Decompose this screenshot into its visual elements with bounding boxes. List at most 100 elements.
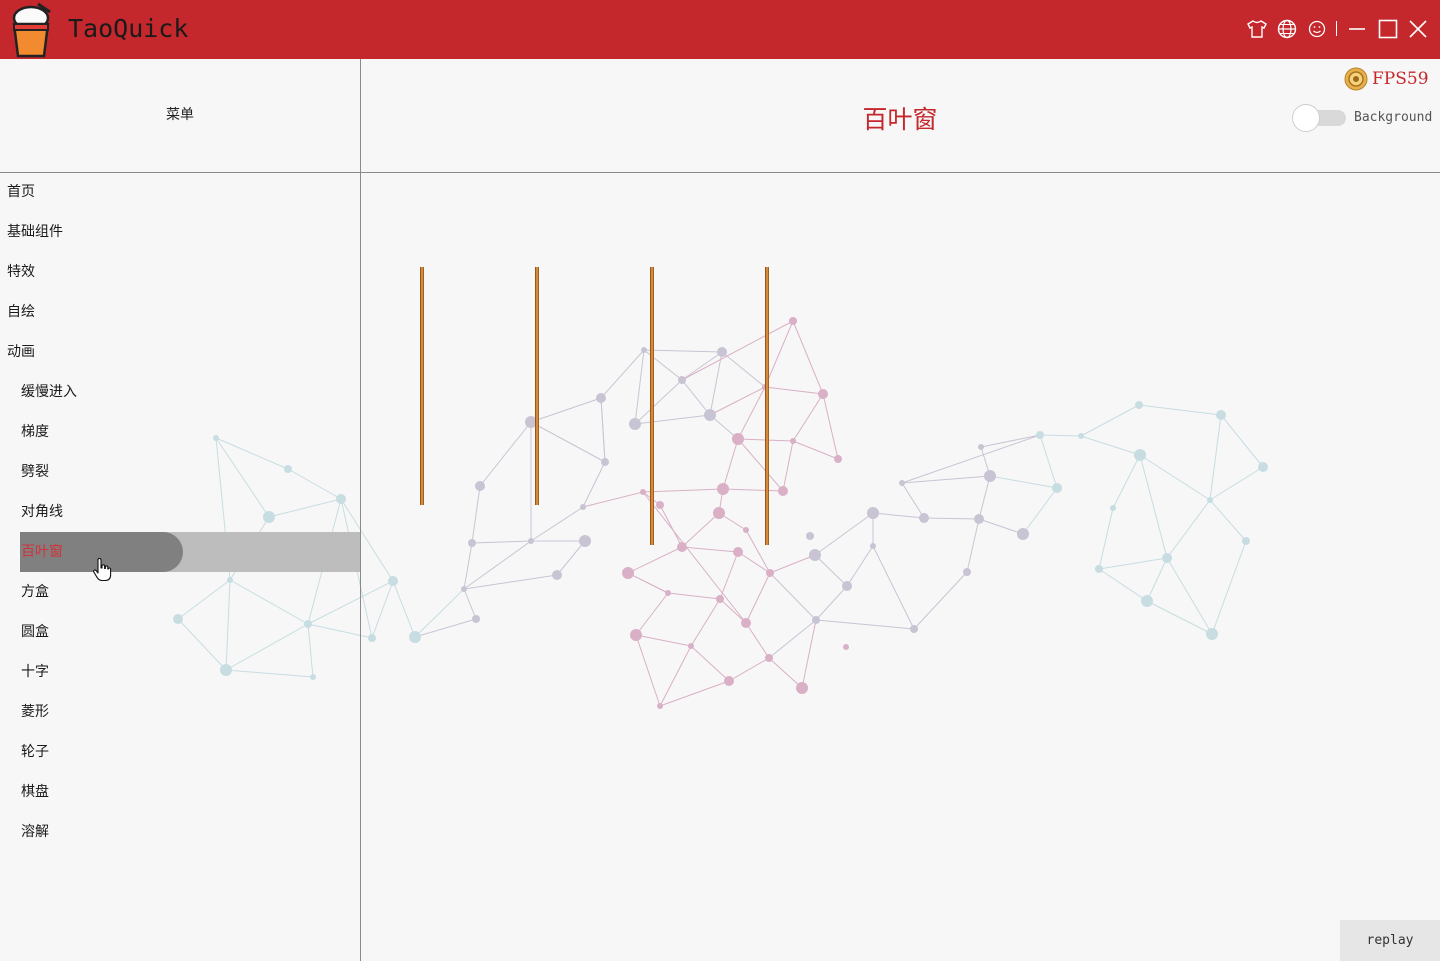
network-node — [919, 513, 929, 523]
network-link — [1146, 600, 1213, 635]
toggle-knob — [1292, 104, 1320, 132]
network-node — [665, 590, 671, 596]
minimize-button[interactable] — [1342, 14, 1372, 44]
shirt-icon — [1247, 20, 1267, 38]
menu-item[interactable]: 溶解 — [20, 812, 360, 852]
network-link — [1209, 414, 1222, 501]
bubble-tea-logo-icon — [12, 2, 51, 58]
maximize-button[interactable] — [1373, 14, 1403, 44]
menu-item[interactable]: 基础组件 — [0, 212, 360, 252]
title-bar-separator — [1336, 21, 1337, 36]
network-node — [717, 347, 727, 357]
network-link — [709, 386, 766, 416]
menu-item-label: 菱形 — [21, 704, 49, 720]
network-link — [769, 554, 816, 574]
network-node — [475, 481, 485, 491]
network-link — [600, 349, 645, 399]
network-link — [634, 379, 683, 425]
background-toggle[interactable] — [1292, 104, 1348, 134]
network-link — [815, 619, 915, 630]
network-link — [768, 619, 817, 659]
network-link — [718, 488, 724, 514]
network-node — [870, 543, 876, 549]
app-title: TaoQuick — [68, 14, 189, 43]
skin-button[interactable] — [1242, 14, 1272, 44]
network-link — [923, 517, 980, 520]
network-node — [809, 549, 821, 561]
network-link — [530, 397, 602, 423]
menu-item[interactable]: 梯度 — [20, 412, 360, 452]
network-link — [721, 351, 766, 388]
network-node — [867, 507, 879, 519]
network-link — [1039, 434, 1058, 489]
menu-divider — [360, 59, 361, 961]
network-link — [728, 657, 770, 682]
network-link — [814, 512, 874, 556]
network-node — [984, 470, 996, 482]
menu-item-label: 特效 — [7, 264, 35, 280]
menu-item[interactable]: 动画 — [0, 332, 360, 372]
network-node — [717, 483, 729, 495]
network-link — [769, 572, 817, 621]
network-link — [635, 634, 661, 707]
network-node — [910, 625, 918, 633]
network-link — [1112, 454, 1141, 509]
menu-item[interactable]: 劈裂 — [20, 452, 360, 492]
menu-item[interactable]: 轮子 — [20, 732, 360, 772]
menu-item[interactable]: 缓慢进入 — [20, 372, 360, 412]
menu-item[interactable]: 十字 — [20, 652, 360, 692]
network-link — [745, 529, 771, 574]
network-link — [1039, 434, 1082, 437]
network-link — [1166, 499, 1211, 559]
menu-item[interactable]: 对角线 — [20, 492, 360, 532]
network-link — [642, 488, 724, 493]
menu-item[interactable]: 首页 — [0, 172, 360, 212]
about-button[interactable] — [1302, 14, 1332, 44]
network-node — [732, 433, 744, 445]
menu-item-label: 劈裂 — [21, 464, 49, 480]
network-link — [737, 438, 794, 442]
network-link — [463, 588, 477, 620]
network-link — [1080, 404, 1140, 437]
close-button[interactable] — [1403, 14, 1433, 44]
network-link — [1098, 507, 1114, 570]
network-node — [1242, 537, 1250, 545]
network-node — [629, 418, 641, 430]
menu-item[interactable]: 圆盒 — [20, 612, 360, 652]
network-node — [622, 567, 634, 579]
network-node — [716, 595, 724, 603]
network-node — [766, 569, 774, 577]
network-link — [989, 475, 1058, 489]
network-link — [659, 680, 730, 707]
network-node — [812, 616, 820, 624]
network-node — [1206, 628, 1218, 640]
network-node — [790, 438, 796, 444]
network-link — [980, 446, 991, 477]
network-link — [681, 351, 723, 381]
network-link — [642, 491, 661, 506]
menu-item[interactable]: 方盒 — [20, 572, 360, 612]
network-link — [463, 574, 558, 590]
network-node — [601, 458, 609, 466]
menu-item[interactable]: 百叶窗 — [20, 532, 360, 572]
network-node — [630, 629, 642, 641]
language-button[interactable] — [1272, 14, 1302, 44]
replay-button[interactable]: replay — [1340, 920, 1440, 961]
network-node — [1141, 595, 1153, 607]
network-node — [899, 480, 905, 486]
network-node — [640, 489, 646, 495]
network-node — [472, 615, 480, 623]
network-link — [980, 434, 1041, 448]
blind-slat — [420, 267, 424, 505]
menu-item[interactable]: 特效 — [0, 252, 360, 292]
network-node — [1110, 505, 1116, 511]
network-link — [978, 518, 1024, 535]
network-link — [600, 397, 606, 463]
network-link — [667, 592, 721, 600]
network-link — [792, 440, 839, 460]
network-link — [627, 546, 683, 574]
menu-item[interactable]: 菱形 — [20, 692, 360, 732]
menu-item[interactable]: 自绘 — [0, 292, 360, 332]
menu-item[interactable]: 棋盘 — [20, 772, 360, 812]
menu-item-label: 方盒 — [21, 584, 49, 600]
